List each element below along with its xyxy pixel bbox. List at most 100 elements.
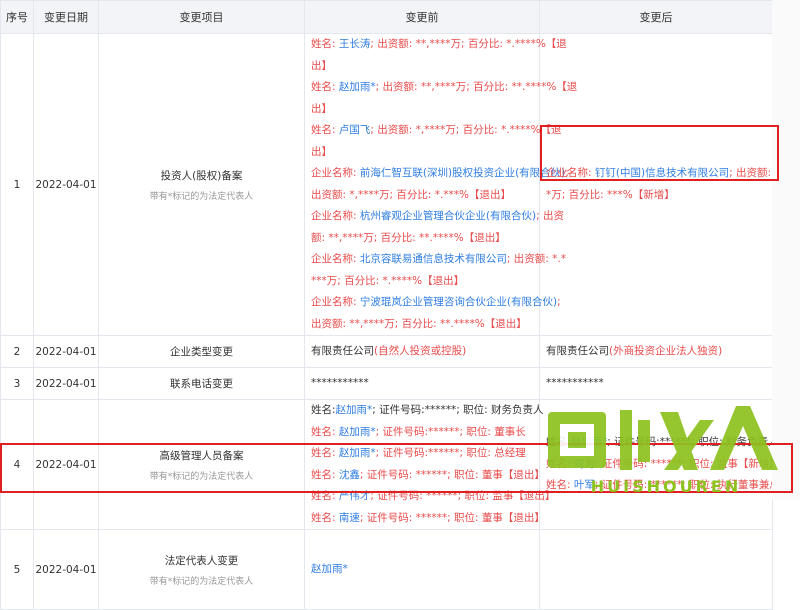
change-item-title: 法定代表人变更 xyxy=(164,554,239,567)
text-segment: ; 证件号码:******; 职位: 董事长 xyxy=(375,425,526,438)
change-item: 法定代表人变更带有*标记的为法定代表人 xyxy=(98,529,305,610)
text-segment: ; 出资 xyxy=(536,210,564,222)
row-index: 3 xyxy=(0,367,34,400)
text-segment: ; 证件号码: ******; 职位: 董事【退出】 xyxy=(359,511,545,524)
text-segment: 出资额: *,****万; 百分比: *.***%【退出】 xyxy=(311,188,512,201)
text-segment: 企业名称: xyxy=(311,296,360,308)
change-item: 企业类型变更 xyxy=(98,335,305,368)
after-cell: 企业名称: 钉钉(中国)信息技术有限公司; 出资额: ***.** *万; 百分比… xyxy=(539,33,800,336)
before-line: ***万; 百分比: *.****%【退出】 xyxy=(311,271,533,293)
entity-link[interactable]: 赵加雨* xyxy=(339,426,376,438)
text-segment: ; xyxy=(557,296,561,308)
before-line: 企业名称: 前海仁智互联(深圳)股权投资企业(有限合伙); xyxy=(311,163,569,185)
text-segment: ; 证件号码:******; 职位: 财务负责人 xyxy=(372,404,544,416)
before-line: 出资额: *,****万; 百分比: *.***%【退出】 xyxy=(311,185,533,207)
header-after: 变更后 xyxy=(539,0,773,34)
text-segment: 出】 xyxy=(311,59,332,72)
before-line: 出资额: **,****万; 百分比: **.****%【退出】 xyxy=(311,314,533,336)
change-date: 2022-04-01 xyxy=(33,367,99,400)
text-segment: ; 出资额: **,****万; 百分比: *.****%【退 xyxy=(370,38,567,50)
text-segment: ; 出资额: *.* xyxy=(506,253,566,265)
entity-link[interactable]: 北京容联易通信息技术有限公司 xyxy=(360,253,507,265)
text-segment: 姓名: xyxy=(311,425,339,438)
before-line: 企业名称: 北京容联易通信息技术有限公司; 出资额: *.* xyxy=(311,249,566,271)
text-segment: (自然人投资或控股) xyxy=(374,344,467,357)
before-line: 出】 xyxy=(311,142,533,164)
row-index: 5 xyxy=(0,529,34,610)
text-segment: 额: **,****万; 百分比: **.****%【退出】 xyxy=(311,231,506,244)
text-segment: 有限责任公司 xyxy=(311,344,374,357)
text-segment: 姓名: xyxy=(311,81,339,93)
table-row: 2 2022-04-01 企业类型变更 有限责任公司(自然人投资或控股) 有限责任公司(… xyxy=(0,335,773,368)
header-item: 变更项目 xyxy=(98,0,305,34)
before-cell: 赵加雨* xyxy=(304,529,540,610)
before-line: 赵加雨* xyxy=(311,559,533,581)
text-segment: 姓名: xyxy=(311,511,339,524)
text-segment: *********** xyxy=(546,376,604,389)
before-cell: *********** xyxy=(304,367,540,400)
after-line: 有限责任公司(外商投资企业法人独资) xyxy=(546,341,766,363)
entity-link[interactable]: 前海仁智互联(深圳)股权投资企业(有限合伙) xyxy=(360,167,565,179)
before-line: 姓名: 赵加雨*; 证件号码:******; 职位: 董事长 xyxy=(311,422,533,444)
text-segment: ***万; 百分比: *.****%【退出】 xyxy=(311,274,465,287)
before-line: 姓名:赵加雨*; 证件号码:******; 职位: 财务负责人 xyxy=(311,400,543,422)
row-index: 2 xyxy=(0,335,34,368)
before-line: 出】 xyxy=(311,56,533,78)
after-line: *万; 百分比: ***%【新增】 xyxy=(546,185,766,207)
watermark-logo: HUISHOUREN xyxy=(548,406,778,496)
highlight-box-after-row1 xyxy=(540,125,779,181)
change-item-note: 带有*标记的为法定代表人 xyxy=(149,191,254,202)
entity-link[interactable]: 杭州睿观企业管理合伙企业(有限合伙) xyxy=(360,210,536,222)
entity-link[interactable]: 赵加雨* xyxy=(339,81,376,93)
text-segment: 有限责任公司 xyxy=(546,344,609,357)
text-segment: (外商投资企业法人独资) xyxy=(609,344,723,357)
text-segment: ; 出资额: **,****万; 百分比: **.****%【退 xyxy=(375,81,578,93)
text-segment: *********** xyxy=(311,376,369,389)
change-records-table: 序号 变更日期 变更项目 变更前 变更后 1 2022-04-01 投资人(股权)备… xyxy=(0,0,800,610)
entity-link[interactable]: 宁波琨岚企业管理咨询合伙企业(有限合伙) xyxy=(360,296,557,308)
before-cell: 有限责任公司(自然人投资或控股) xyxy=(304,335,540,368)
text-segment: 企业名称: xyxy=(311,210,360,222)
header-date: 变更日期 xyxy=(33,0,99,34)
entity-link[interactable]: 赵加雨* xyxy=(311,563,348,575)
before-line: 出】 xyxy=(311,99,533,121)
before-cell: 姓名: 王长涛; 出资额: **,****万; 百分比: *.****%【退出】… xyxy=(304,33,577,336)
before-line: 企业名称: 宁波琨岚企业管理咨询合伙企业(有限合伙); xyxy=(311,292,561,314)
before-line: 姓名: 王长涛; 出资额: **,****万; 百分比: *.****%【退 xyxy=(311,34,567,56)
header-index: 序号 xyxy=(0,0,34,34)
before-line: 企业名称: 杭州睿观企业管理合伙企业(有限合伙); 出资 xyxy=(311,206,564,228)
text-segment: 出】 xyxy=(311,102,332,115)
text-segment: *万; 百分比: ***%【新增】 xyxy=(546,188,675,201)
table-row: 5 2022-04-01 法定代表人变更 带有*标记的为法定代表人 赵加雨* xyxy=(0,529,773,610)
change-date: 2022-04-01 xyxy=(33,529,99,610)
entity-link[interactable]: 赵加雨* xyxy=(336,404,373,416)
before-line: 额: **,****万; 百分比: **.****%【退出】 xyxy=(311,228,533,250)
entity-link[interactable]: 南速 xyxy=(339,512,360,524)
text-segment: 企业名称: xyxy=(311,253,360,265)
table-header: 序号 变更日期 变更项目 变更前 变更后 xyxy=(0,0,773,34)
header-before: 变更前 xyxy=(304,0,540,34)
change-item-title: 投资人(股权)备案 xyxy=(160,169,243,182)
change-item-title: 联系电话变更 xyxy=(170,378,233,390)
entity-link[interactable]: 卢国飞 xyxy=(339,124,371,136)
change-item: 联系电话变更 xyxy=(98,367,305,400)
before-line: 姓名: 卢国飞; 出资额: *,****万; 百分比: *.****%【退 xyxy=(311,120,562,142)
after-cell xyxy=(539,529,773,610)
row-index: 1 xyxy=(0,33,34,336)
before-line: *********** xyxy=(311,373,533,395)
change-item-note: 带有*标记的为法定代表人 xyxy=(149,576,254,587)
text-segment: 企业名称: xyxy=(311,167,360,179)
text-segment: ; 出资额: *,****万; 百分比: *.****%【退 xyxy=(370,124,562,136)
after-cell: 有限责任公司(外商投资企业法人独资) xyxy=(539,335,773,368)
change-item: 投资人(股权)备案 带有*标记的为法定代表人 xyxy=(98,33,305,336)
text-segment: 出资额: **,****万; 百分比: **.****%【退出】 xyxy=(311,317,527,330)
text-segment: 姓名: xyxy=(311,38,339,50)
watermark-domain: HUISHOUREN xyxy=(591,477,741,496)
before-line: 有限责任公司(自然人投资或控股) xyxy=(311,341,533,363)
change-date: 2022-04-01 xyxy=(33,335,99,368)
text-segment: 出】 xyxy=(311,145,332,158)
change-date: 2022-04-01 xyxy=(33,33,99,336)
change-item-title: 企业类型变更 xyxy=(170,346,233,358)
before-line: 姓名: 南速; 证件号码: ******; 职位: 董事【退出】 xyxy=(311,508,545,530)
entity-link[interactable]: 王长涛 xyxy=(339,38,371,50)
